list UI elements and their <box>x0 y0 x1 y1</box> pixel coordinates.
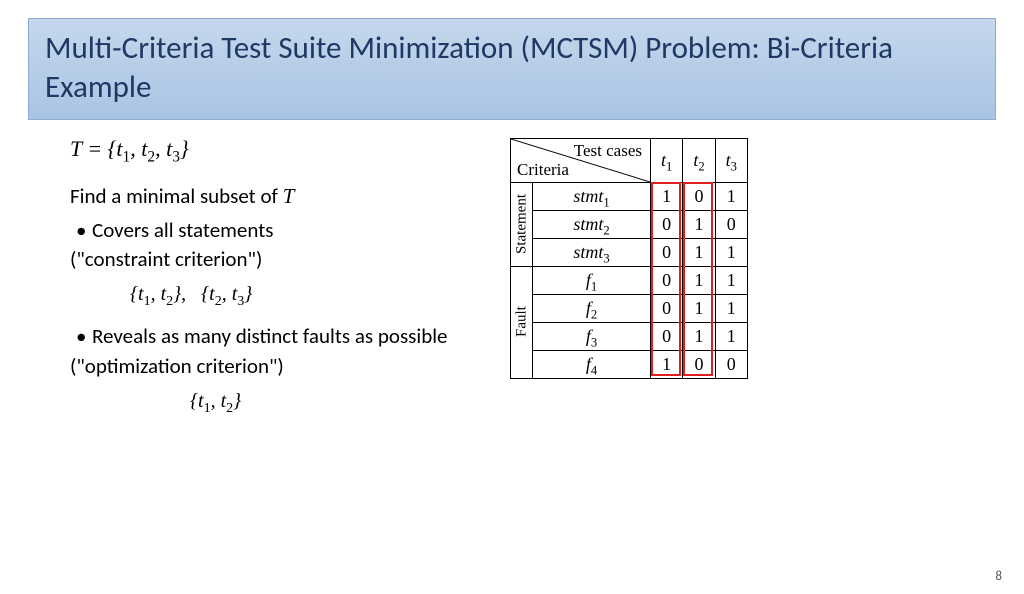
page-number: 8 <box>995 569 1002 584</box>
row-f1-label: f1 <box>533 266 651 294</box>
title-bar: Multi-Criteria Test Suite Minimization (… <box>28 18 996 120</box>
row-f2-label: f2 <box>533 294 651 322</box>
cell: 1 <box>683 294 715 322</box>
cell: 1 <box>683 266 715 294</box>
cell: 1 <box>683 238 715 266</box>
find-line: Find a minimal subset of T <box>70 182 470 211</box>
left-column: T = {t1, t2, t3} Find a minimal subset o… <box>70 134 470 416</box>
cell: 0 <box>651 210 683 238</box>
cell: 1 <box>715 322 747 350</box>
row-stmt2-label: stmt2 <box>533 210 651 238</box>
cell: 0 <box>651 238 683 266</box>
slide-title: Multi-Criteria Test Suite Minimization (… <box>45 29 979 107</box>
group-statement: Statement <box>511 182 533 266</box>
paren-constraint: ("constraint criterion") <box>70 245 470 274</box>
equation-T: T = {t1, t2, t3} <box>70 134 470 165</box>
row-f4-label: f4 <box>533 350 651 378</box>
coverage-table-wrap: Test cases Criteria t1 t2 t3 Statement s… <box>500 138 748 379</box>
cell: 1 <box>651 182 683 210</box>
cell: 0 <box>715 350 747 378</box>
cell: 1 <box>715 238 747 266</box>
bullet-optimization: Reveals as many distinct faults as possi… <box>70 322 470 351</box>
col-t2: t2 <box>683 138 715 182</box>
cell: 0 <box>651 322 683 350</box>
bullet-constraint: Covers all statements <box>70 216 470 245</box>
row-stmt1-label: stmt1 <box>533 182 651 210</box>
cell: 0 <box>651 294 683 322</box>
diag-header: Test cases Criteria <box>511 138 651 182</box>
cell: 1 <box>683 322 715 350</box>
row-f3-label: f3 <box>533 322 651 350</box>
col-t3: t3 <box>715 138 747 182</box>
right-column: Test cases Criteria t1 t2 t3 Statement s… <box>500 134 984 416</box>
candidate-sets-2: {t1, t2} <box>70 387 470 415</box>
cell: 1 <box>715 182 747 210</box>
cell: 1 <box>715 266 747 294</box>
col-t1: t1 <box>651 138 683 182</box>
candidate-sets-1: {t1, t2}, {t2, t3} <box>70 280 470 308</box>
eq-rhs: {t1, t2, t3} <box>108 136 189 161</box>
cell: 1 <box>651 350 683 378</box>
group-fault: Fault <box>511 266 533 378</box>
cell: 1 <box>715 294 747 322</box>
cell: 0 <box>651 266 683 294</box>
cell: 0 <box>683 182 715 210</box>
row-stmt3-label: stmt3 <box>533 238 651 266</box>
cell: 1 <box>683 210 715 238</box>
coverage-table: Test cases Criteria t1 t2 t3 Statement s… <box>510 138 748 379</box>
cell: 0 <box>683 350 715 378</box>
paren-optimization: ("optimization criterion") <box>70 352 470 381</box>
cell: 0 <box>715 210 747 238</box>
